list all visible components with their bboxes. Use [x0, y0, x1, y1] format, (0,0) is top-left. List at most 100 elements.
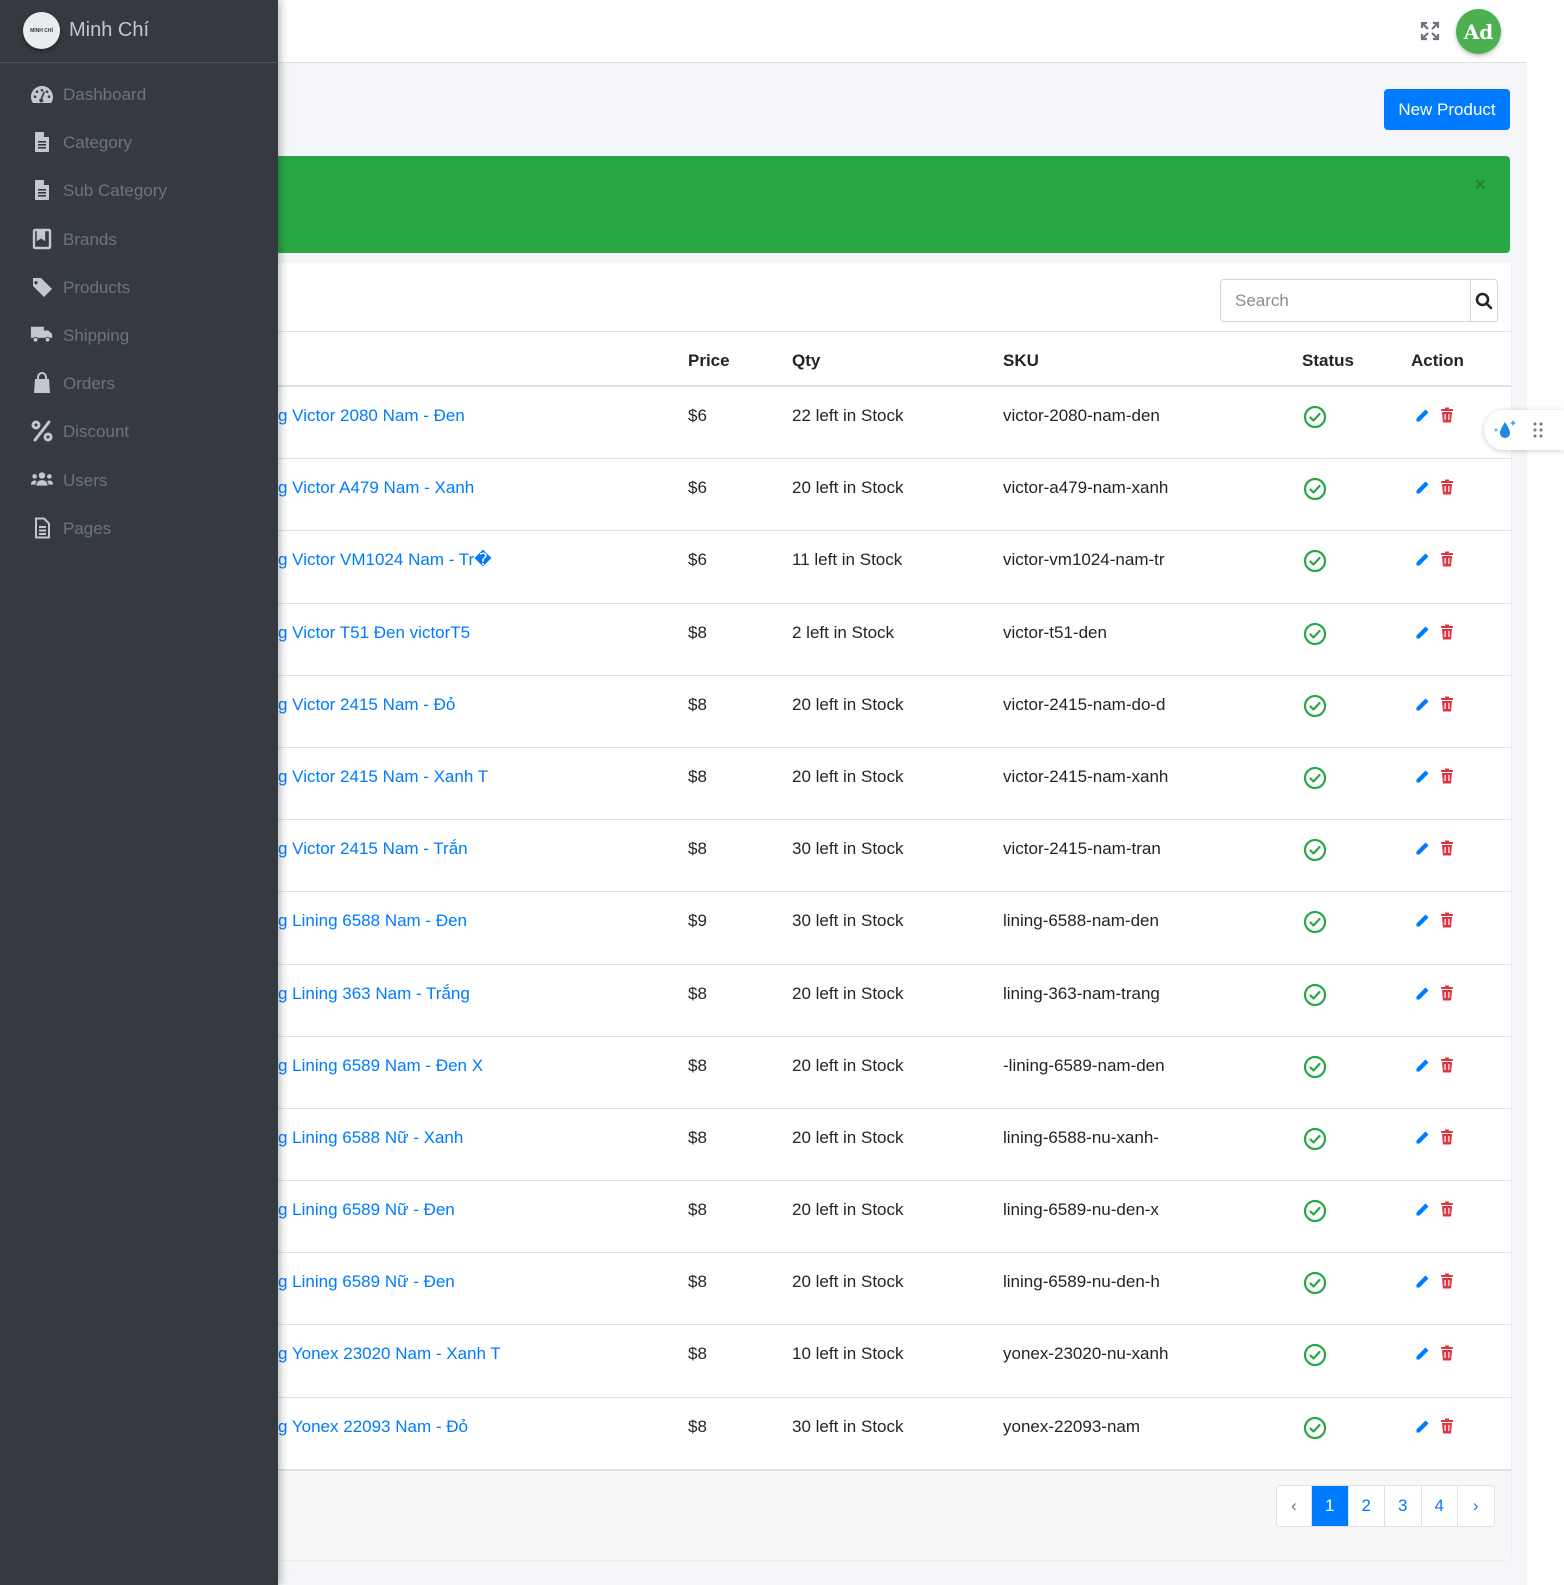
pagination-prev[interactable]: ‹ — [1277, 1486, 1311, 1526]
status-check-icon[interactable] — [1303, 549, 1327, 573]
product-name-link[interactable]: g Lining 6589 Nam - Đen X — [278, 1056, 483, 1076]
edit-icon[interactable] — [1414, 1202, 1430, 1218]
status-check-icon[interactable] — [1303, 622, 1327, 646]
delete-icon[interactable] — [1440, 1201, 1454, 1217]
sidebar-item-dashboard[interactable]: Dashboard — [0, 70, 278, 118]
product-qty: 20 left in Stock — [792, 1127, 904, 1147]
sidebar-item-brands[interactable]: Brands — [0, 215, 278, 263]
search-button[interactable] — [1470, 280, 1497, 321]
water-drop-sparkle-icon[interactable] — [1492, 418, 1518, 442]
edit-icon[interactable] — [1414, 480, 1430, 496]
edit-icon[interactable] — [1414, 1346, 1430, 1362]
product-price: $8 — [688, 622, 707, 642]
user-avatar[interactable]: Ad — [1456, 9, 1501, 54]
brand-link[interactable]: MINH CHÍ Minh Chí — [0, 0, 278, 63]
status-check-icon[interactable] — [1303, 1271, 1327, 1295]
edit-icon[interactable] — [1414, 697, 1430, 713]
edit-icon[interactable] — [1414, 913, 1430, 929]
status-check-icon[interactable] — [1303, 766, 1327, 790]
sidebar-item-users[interactable]: Users — [0, 456, 278, 504]
column-qty[interactable]: Qty — [792, 351, 820, 371]
status-check-icon[interactable] — [1303, 1199, 1327, 1223]
edit-icon[interactable] — [1414, 769, 1430, 785]
product-sku: lining-363-nam-trang — [1003, 983, 1160, 1003]
product-price: $9 — [688, 911, 707, 931]
delete-icon[interactable] — [1440, 1129, 1454, 1145]
pagination-page-4[interactable]: 4 — [1420, 1486, 1458, 1526]
edit-icon[interactable] — [1414, 1130, 1430, 1146]
edit-icon[interactable] — [1414, 1274, 1430, 1290]
sidebar-item-orders[interactable]: Orders — [0, 359, 278, 407]
delete-icon[interactable] — [1440, 407, 1454, 423]
delete-icon[interactable] — [1440, 1057, 1454, 1073]
edit-icon[interactable] — [1414, 1419, 1430, 1435]
status-check-icon[interactable] — [1303, 1127, 1327, 1151]
delete-icon[interactable] — [1440, 1418, 1454, 1434]
alert-close-button[interactable]: × — [1474, 174, 1486, 197]
product-name-link[interactable]: g Victor A479 Nam - Xanh — [278, 478, 474, 498]
sidebar-item-sub-category[interactable]: Sub Category — [0, 166, 278, 214]
product-name-link[interactable]: g Victor 2080 Nam - Đen — [278, 406, 465, 426]
new-product-button[interactable]: New Product — [1384, 89, 1510, 130]
product-sku: lining-6588-nu-xanh- — [1003, 1127, 1159, 1147]
edit-icon[interactable] — [1414, 625, 1430, 641]
pagination-page-2[interactable]: 2 — [1347, 1486, 1385, 1526]
product-name-link[interactable]: g Lining 6588 Nữ - Xanh — [278, 1128, 463, 1148]
drag-handle-icon[interactable] — [1533, 422, 1543, 438]
edit-icon[interactable] — [1414, 1058, 1430, 1074]
delete-icon[interactable] — [1440, 912, 1454, 928]
delete-icon[interactable] — [1440, 696, 1454, 712]
product-name-link[interactable]: g Yonex 23020 Nam - Xanh T — [278, 1344, 501, 1364]
column-sku[interactable]: SKU — [1003, 351, 1039, 371]
edit-icon[interactable] — [1414, 841, 1430, 857]
delete-icon[interactable] — [1440, 1273, 1454, 1289]
users-icon — [30, 469, 54, 491]
fullscreen-icon[interactable] — [1419, 20, 1441, 42]
product-name-link[interactable]: g Victor T51 Đen victorT5 — [278, 623, 470, 643]
status-check-icon[interactable] — [1303, 1416, 1327, 1440]
product-name-link[interactable]: g Lining 6588 Nam - Đen — [278, 911, 467, 931]
status-check-icon[interactable] — [1303, 1343, 1327, 1367]
product-name-link[interactable]: g Victor 2415 Nam - Xanh T — [278, 767, 488, 787]
sidebar-item-discount[interactable]: Discount — [0, 407, 278, 455]
delete-icon[interactable] — [1440, 985, 1454, 1001]
pagination-next[interactable]: › — [1457, 1486, 1494, 1526]
delete-icon[interactable] — [1440, 551, 1454, 567]
column-action: Action — [1411, 351, 1464, 370]
status-check-icon[interactable] — [1303, 405, 1327, 429]
table-row: g Victor T51 Đen victorT5 $8 2 left in Sto… — [278, 604, 1511, 676]
product-name-link[interactable]: g Victor 2415 Nam - Đỏ — [278, 695, 455, 715]
status-check-icon[interactable] — [1303, 910, 1327, 934]
edit-icon[interactable] — [1414, 408, 1430, 424]
status-check-icon[interactable] — [1303, 1055, 1327, 1079]
table-row: g Lining 6589 Nữ - Đen $8 20 left in Stock… — [278, 1181, 1511, 1254]
sidebar-item-pages[interactable]: Pages — [0, 504, 278, 552]
sidebar-item-products[interactable]: Products — [0, 263, 278, 311]
delete-icon[interactable] — [1440, 840, 1454, 856]
edit-icon[interactable] — [1414, 552, 1430, 568]
search-input[interactable] — [1221, 280, 1470, 321]
delete-icon[interactable] — [1440, 1345, 1454, 1361]
edit-icon[interactable] — [1414, 986, 1430, 1002]
product-name-link[interactable]: g Lining 6589 Nữ - Đen — [278, 1272, 455, 1292]
products-card: Price Qty SKU Status Action g Victor 208… — [278, 262, 1511, 1560]
delete-icon[interactable] — [1440, 479, 1454, 495]
sidebar-item-category[interactable]: Category — [0, 118, 278, 166]
product-name-link[interactable]: g Lining 6589 Nữ - Đen — [278, 1200, 455, 1220]
pagination-page-3[interactable]: 3 — [1384, 1486, 1421, 1526]
status-check-icon[interactable] — [1303, 983, 1327, 1007]
status-check-icon[interactable] — [1303, 694, 1327, 718]
pagination-page-1[interactable]: 1 — [1311, 1486, 1348, 1526]
delete-icon[interactable] — [1440, 768, 1454, 784]
product-name-link[interactable]: g Victor VM1024 Nam - Tr� — [278, 550, 492, 570]
floating-widget[interactable] — [1484, 410, 1564, 450]
status-check-icon[interactable] — [1303, 477, 1327, 501]
product-name-link[interactable]: g Victor 2415 Nam - Trắn — [278, 839, 468, 859]
status-check-icon[interactable] — [1303, 838, 1327, 862]
product-name-link[interactable]: g Lining 363 Nam - Trắng — [278, 984, 470, 1004]
product-name-link[interactable]: g Yonex 22093 Nam - Đỏ — [278, 1417, 468, 1437]
sidebar-item-shipping[interactable]: Shipping — [0, 311, 278, 359]
column-price[interactable]: Price — [688, 351, 730, 371]
delete-icon[interactable] — [1440, 624, 1454, 640]
percent-icon — [30, 420, 54, 442]
